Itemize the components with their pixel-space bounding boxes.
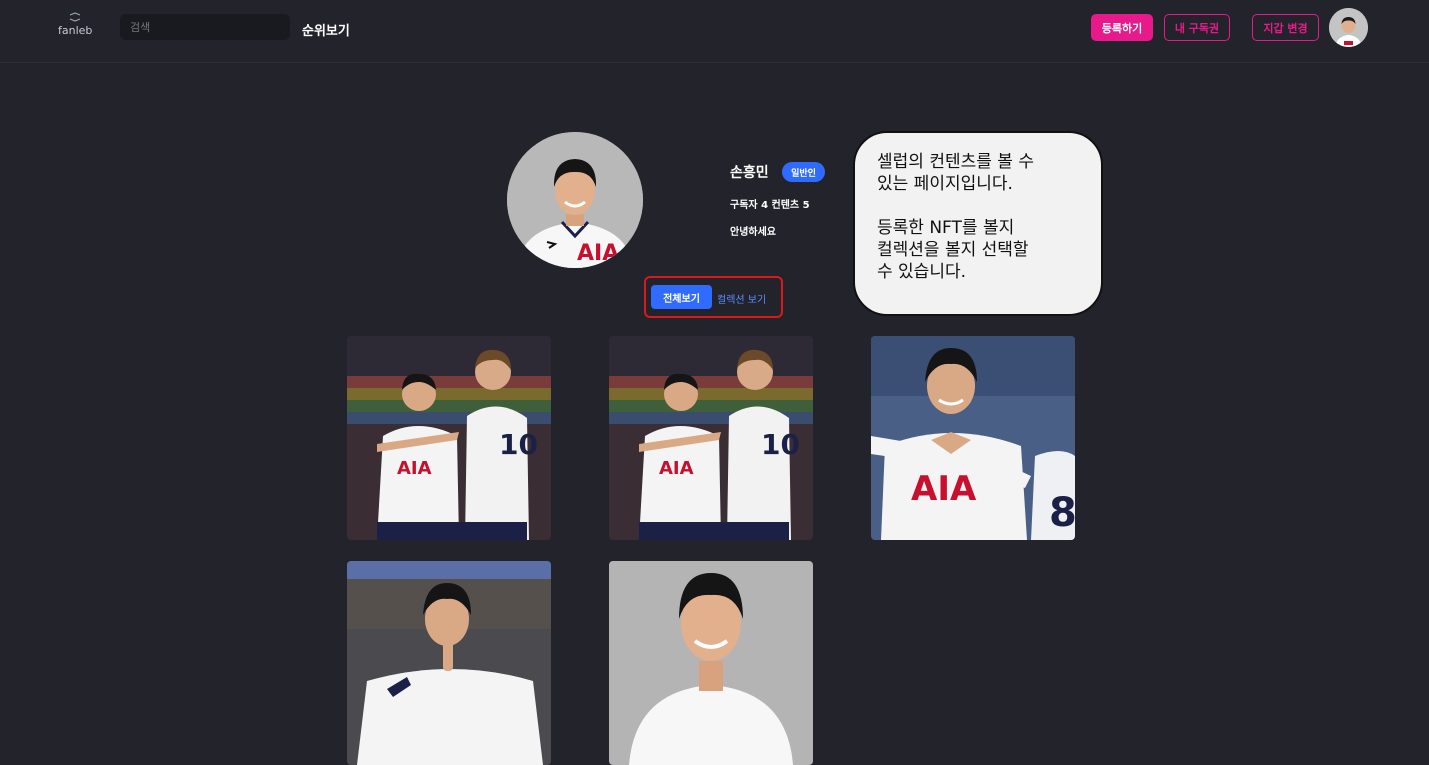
annotation-callout: 셀럽의 컨텐츠를 볼 수 있는 페이지입니다. 등록한 NFT를 볼지 컬렉션을… xyxy=(853,131,1103,316)
register-button[interactable]: 등록하기 xyxy=(1091,14,1153,41)
search-input[interactable] xyxy=(120,14,290,40)
user-avatar[interactable] xyxy=(1329,8,1368,47)
content-card[interactable] xyxy=(347,561,551,765)
content-card[interactable] xyxy=(609,561,813,765)
content-count: 컨텐츠 5 xyxy=(771,200,810,211)
my-subscriptions-button[interactable]: 내 구독권 xyxy=(1164,14,1230,41)
svg-text:AIA: AIA xyxy=(577,241,619,266)
svg-text:10: 10 xyxy=(499,428,538,461)
content-card[interactable]: 8 AIA xyxy=(871,336,1075,540)
svg-text:8: 8 xyxy=(1049,490,1075,536)
subscriber-count: 구독자 4 xyxy=(730,200,769,211)
change-wallet-button[interactable]: 지갑 변경 xyxy=(1252,14,1319,41)
logo-text: fanleb xyxy=(58,24,93,37)
profile-bio: 안녕하세요 xyxy=(730,227,776,238)
gesture-photo: 8 AIA xyxy=(871,336,1075,540)
logo-icon xyxy=(69,12,81,22)
profile-stats: 구독자 4 컨텐츠 5 xyxy=(730,196,810,211)
top-navbar: fanleb 순위보기 등록하기 내 구독권 지갑 변경 xyxy=(0,0,1429,63)
profile-photo: AIA xyxy=(507,132,643,268)
shush-photo xyxy=(347,561,551,765)
ranking-link[interactable]: 순위보기 xyxy=(302,20,350,39)
celeb-name: 손흥민 xyxy=(730,165,769,181)
tab-all[interactable]: 전체보기 xyxy=(651,285,712,309)
svg-text:AIA: AIA xyxy=(911,469,977,509)
portrait-photo xyxy=(609,561,813,765)
svg-text:10: 10 xyxy=(761,428,800,461)
celebration-photo: 10 AIA xyxy=(609,336,813,540)
logo[interactable]: fanleb xyxy=(58,12,92,37)
avatar-photo xyxy=(1329,8,1368,47)
content-card[interactable]: 10 AIA xyxy=(347,336,551,540)
svg-text:AIA: AIA xyxy=(659,458,694,479)
user-type-badge: 일반인 xyxy=(782,162,825,182)
celebration-photo: 10 AIA xyxy=(347,336,551,540)
tab-collection[interactable]: 컬렉션 보기 xyxy=(717,291,766,306)
content-card[interactable]: 10 AIA xyxy=(609,336,813,540)
svg-text:AIA: AIA xyxy=(397,458,432,479)
